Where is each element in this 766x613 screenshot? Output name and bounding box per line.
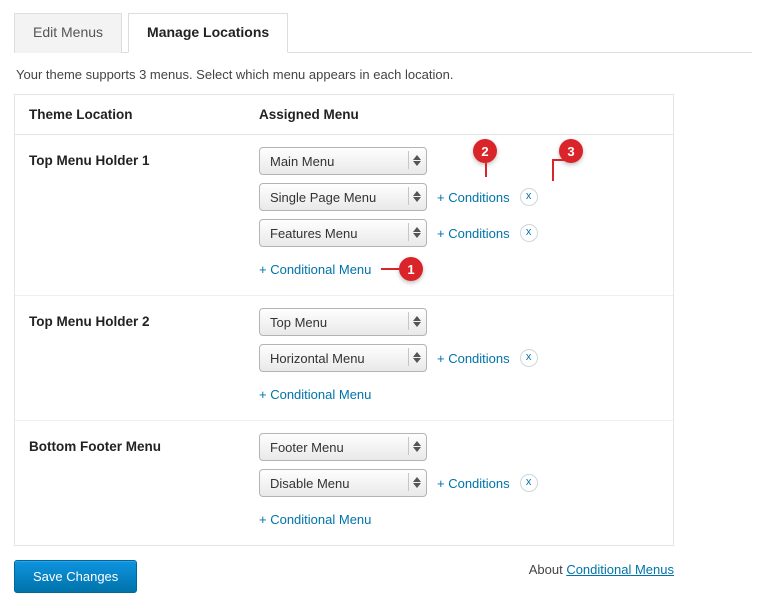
location-row: Bottom Footer Menu Footer Menu <box>15 421 673 545</box>
callout-2-connector <box>485 163 487 177</box>
menu-select[interactable]: Footer Menu <box>259 433 427 461</box>
menu-select[interactable]: Horizontal Menu <box>259 344 427 372</box>
tab-bar: Edit Menus Manage Locations <box>14 12 752 53</box>
conditions-link[interactable]: + Conditions <box>437 476 510 491</box>
header-assigned-menu: Assigned Menu <box>259 107 659 122</box>
header-theme-location: Theme Location <box>29 107 259 122</box>
location-label: Top Menu Holder 2 <box>29 304 259 329</box>
remove-menu-button[interactable]: x <box>520 349 538 367</box>
table-header: Theme Location Assigned Menu <box>15 95 673 135</box>
callout-3-connector-v <box>552 159 554 181</box>
callout-1: 1 <box>399 257 423 281</box>
about-conditional-menus-link[interactable]: Conditional Menus <box>566 562 674 577</box>
conditions-link[interactable]: + Conditions <box>437 190 510 205</box>
locations-table: Theme Location Assigned Menu Top Menu Ho… <box>14 94 674 546</box>
add-conditional-menu-link[interactable]: + Conditional Menu <box>259 387 371 402</box>
tab-manage-locations[interactable]: Manage Locations <box>128 13 288 53</box>
callout-3-connector <box>553 159 565 161</box>
callout-1-connector <box>381 268 399 270</box>
save-changes-button[interactable]: Save Changes <box>14 560 137 593</box>
location-label: Bottom Footer Menu <box>29 429 259 454</box>
menu-select[interactable]: Single Page Menu <box>259 183 427 211</box>
menu-select[interactable]: Disable Menu <box>259 469 427 497</box>
menu-select[interactable]: Features Menu <box>259 219 427 247</box>
location-row: Top Menu Holder 1 Main Menu 2 <box>15 135 673 296</box>
about-text: About Conditional Menus <box>529 562 674 577</box>
remove-menu-button[interactable]: x <box>520 188 538 206</box>
location-label: Top Menu Holder 1 <box>29 143 259 168</box>
remove-menu-button[interactable]: x <box>520 224 538 242</box>
conditions-link[interactable]: + Conditions <box>437 226 510 241</box>
add-conditional-menu-link[interactable]: + Conditional Menu <box>259 262 371 277</box>
conditions-link[interactable]: + Conditions <box>437 351 510 366</box>
tab-edit-menus[interactable]: Edit Menus <box>14 13 122 53</box>
menu-select[interactable]: Top Menu <box>259 308 427 336</box>
callout-2: 2 <box>473 139 497 163</box>
remove-menu-button[interactable]: x <box>520 474 538 492</box>
add-conditional-menu-link[interactable]: + Conditional Menu <box>259 512 371 527</box>
menu-select[interactable]: Main Menu <box>259 147 427 175</box>
about-prefix: About <box>529 562 567 577</box>
intro-text: Your theme supports 3 menus. Select whic… <box>16 67 752 82</box>
location-row: Top Menu Holder 2 Top Menu <box>15 296 673 421</box>
